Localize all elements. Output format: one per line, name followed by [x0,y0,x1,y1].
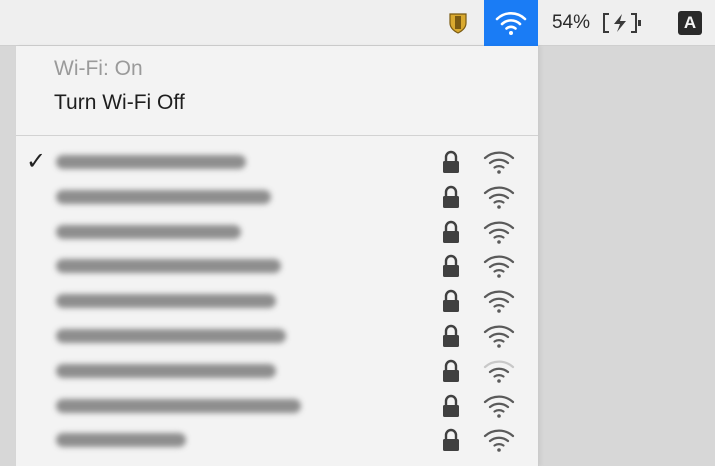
wifi-signal-icon [482,323,516,349]
checkmark-icon: ✓ [26,148,47,175]
input-source-icon: A [678,11,702,35]
lock-icon [442,220,460,244]
network-item[interactable] [16,216,538,251]
network-name-redacted [56,363,276,378]
network-name-redacted [56,155,246,169]
wifi-icon [495,12,527,35]
network-item[interactable] [16,355,538,390]
turn-wifi-off-item[interactable]: Turn Wi-Fi Off [54,91,185,115]
network-name-redacted [56,328,286,343]
wifi-signal-icon [482,393,516,419]
battery-status-item[interactable] [598,0,648,46]
menu-separator [16,135,538,136]
network-item[interactable] [16,390,538,425]
wifi-signal-icon [482,184,516,210]
battery-charging-icon [603,13,641,33]
lock-icon [442,150,460,174]
menu-bar: 54% A [0,0,715,46]
network-name-redacted [56,189,271,204]
input-source-item[interactable]: A [672,0,708,46]
network-name-redacted [56,294,276,309]
wifi-signal-icon [482,288,516,314]
wifi-menu-extra[interactable] [484,0,538,46]
lock-icon [442,359,460,383]
lock-icon [442,289,460,313]
network-name-redacted [56,224,241,239]
wifi-dropdown-menu: Wi-Fi: On Turn Wi-Fi Off ✓ [16,46,539,466]
network-name-redacted [56,398,301,413]
network-item[interactable] [16,424,538,459]
network-item[interactable] [16,285,538,320]
wifi-signal-icon [482,253,516,279]
network-name-redacted [56,259,281,274]
network-name-redacted [56,433,186,448]
network-item[interactable]: ✓ [16,146,538,181]
lock-icon [442,324,460,348]
shield-status-item[interactable] [440,0,476,46]
network-list: ✓ [16,146,538,459]
lock-icon [442,185,460,209]
network-item[interactable] [16,181,538,216]
lock-icon [442,254,460,278]
lock-icon [442,428,460,452]
wifi-signal-icon [482,219,516,245]
lock-icon [442,394,460,418]
wifi-signal-icon [482,149,516,175]
network-item[interactable] [16,320,538,355]
wifi-status-label: Wi-Fi: On [54,57,143,80]
network-item[interactable] [16,250,538,285]
battery-percentage[interactable]: 54% [546,0,596,46]
shield-icon [449,13,467,34]
wifi-signal-icon [482,358,516,384]
wifi-signal-icon [482,427,516,453]
